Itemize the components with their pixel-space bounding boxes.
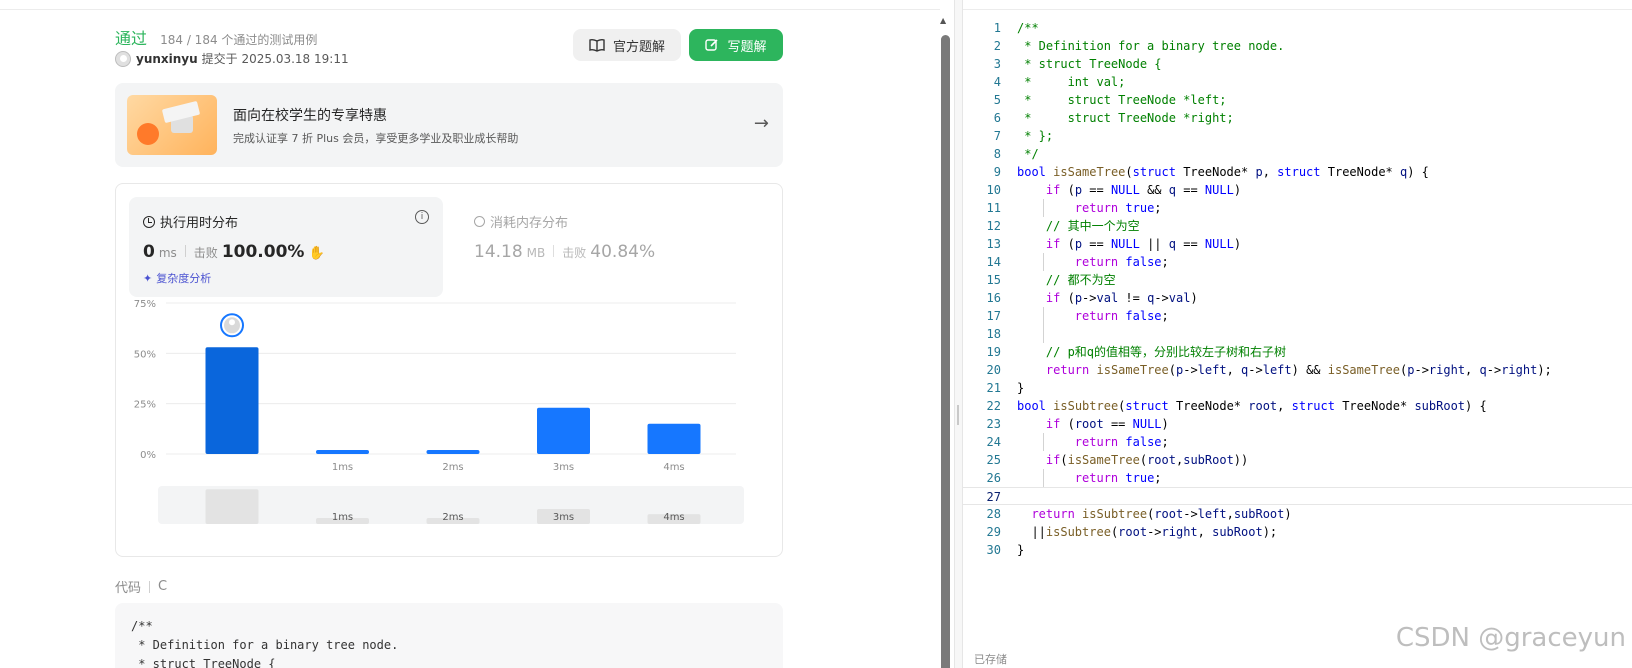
x-tick-label: 2ms: [442, 462, 463, 473]
info-icon[interactable]: i: [415, 210, 429, 224]
y-tick-label: 25%: [134, 400, 156, 411]
sparkle-icon: ✦: [143, 271, 153, 285]
y-tick-label: 0%: [140, 450, 156, 461]
memory-value: 14.18 MB 击败 40.84%: [474, 242, 655, 262]
write-solution-label: 写题解: [727, 38, 767, 54]
memory-number: 14.18: [474, 242, 523, 262]
active-line[interactable]: 27: [963, 487, 1632, 505]
chart-bar: [537, 407, 590, 454]
memory-beat: 40.84%: [590, 242, 656, 262]
y-tick-label: 50%: [134, 349, 156, 360]
x-tick-label: 3ms: [553, 462, 574, 473]
clap-icon: ✋: [308, 246, 325, 261]
complexity-label: 复杂度分析: [156, 272, 212, 285]
navigator-label: 1ms: [332, 512, 353, 523]
save-status: 已存储: [974, 653, 1007, 666]
chart-bar: [205, 347, 259, 454]
editor-lines[interactable]: 1/** 2 * Definition for a binary tree no…: [963, 19, 1632, 559]
runtime-value: 0 ms 击败 100.00% ✋: [143, 242, 325, 262]
submit-time: 提交于 2025.03.18 19:11: [201, 52, 349, 66]
watermark: CSDN @graceyun: [1395, 623, 1626, 653]
status-pass: 通过: [115, 29, 148, 48]
edit-icon: [705, 39, 719, 51]
y-tick-label: 75%: [134, 299, 156, 310]
top-divider: [0, 0, 940, 10]
chart-bar: [426, 449, 480, 454]
runtime-distribution-chart[interactable]: 75% 50% 25% 0% 1ms 2ms 3ms 4ms 1ms 2ms 3ms 4ms: [116, 298, 783, 556]
promo-subtitle: 完成认证享 7 折 Plus 会员，享受更多学业及职业成长帮助: [233, 132, 519, 145]
avatar[interactable]: [115, 50, 131, 67]
runtime-title: 执行用时分布: [143, 212, 238, 231]
navigator-label: 3ms: [553, 512, 574, 523]
code-language: C: [158, 579, 168, 594]
memory-beat-label: 击败: [562, 246, 587, 260]
testcase-count: 184 / 184 个通过的测试用例: [160, 33, 318, 47]
official-solution-label: 官方题解: [612, 38, 665, 54]
navigator-label: 4ms: [663, 512, 684, 523]
memory-unit: MB: [526, 246, 546, 260]
submission-panel: 通过 184 / 184 个通过的测试用例 yunxinyu 提交于 2025.…: [0, 0, 940, 668]
memory-icon: [474, 216, 485, 227]
book-icon: [589, 38, 605, 52]
student-promo-banner[interactable]: 面向在校学生的专享特惠 完成认证享 7 折 Plus 会员，享受更多学业及职业成…: [115, 83, 783, 167]
x-tick-label: 1ms: [332, 462, 353, 473]
code-editor[interactable]: 1/** 2 * Definition for a binary tree no…: [963, 0, 1632, 668]
x-tick-label: 4ms: [663, 462, 684, 473]
submitted-code-preview: /** * Definition for a binary tree node.…: [115, 603, 783, 668]
arrow-right-icon[interactable]: →: [754, 113, 769, 134]
vertical-scrollbar[interactable]: [941, 35, 950, 668]
memory-title-text: 消耗内存分布: [490, 216, 569, 231]
app-root: 通过 184 / 184 个通过的测试用例 yunxinyu 提交于 2025.…: [0, 0, 1632, 668]
panel-resize-divider[interactable]: [954, 0, 963, 668]
graduation-cap-illustration: [127, 95, 217, 155]
code-section-label: 代码 C: [115, 577, 167, 596]
runtime-tab[interactable]: 执行用时分布 i 0 ms 击败 100.00% ✋ ✦ 复杂度分析: [129, 197, 443, 297]
navigator-bar: [205, 489, 259, 524]
official-solution-button[interactable]: 官方题解: [573, 29, 681, 61]
navigator-label: 2ms: [442, 512, 463, 523]
scroll-up-arrow[interactable]: ▲: [940, 16, 946, 25]
clock-icon: [143, 215, 155, 228]
runtime-beat: 100.00%: [221, 242, 305, 262]
memory-tab[interactable]: 消耗内存分布: [474, 212, 568, 231]
promo-title: 面向在校学生的专享特惠: [233, 108, 387, 124]
editor-top-divider: [963, 0, 1632, 10]
chart-bar: [647, 423, 701, 454]
user-marker-head: [229, 319, 235, 326]
performance-card: 执行用时分布 i 0 ms 击败 100.00% ✋ ✦ 复杂度分析 消耗内存分…: [115, 183, 783, 557]
runtime-beat-label: 击败: [193, 246, 218, 260]
runtime-title-text: 执行用时分布: [160, 216, 239, 231]
submitter-info: yunxinyu 提交于 2025.03.18 19:11: [115, 50, 349, 67]
submission-status: 通过 184 / 184 个通过的测试用例: [115, 25, 317, 49]
runtime-number: 0: [143, 242, 155, 262]
resize-grip-icon[interactable]: [957, 405, 959, 425]
chart-bar: [316, 449, 369, 454]
write-solution-button[interactable]: 写题解: [689, 29, 783, 61]
username[interactable]: yunxinyu: [136, 52, 198, 66]
code-label-text: 代码: [115, 581, 142, 596]
complexity-analysis-link[interactable]: ✦ 复杂度分析: [143, 270, 211, 286]
runtime-unit: ms: [158, 246, 177, 260]
